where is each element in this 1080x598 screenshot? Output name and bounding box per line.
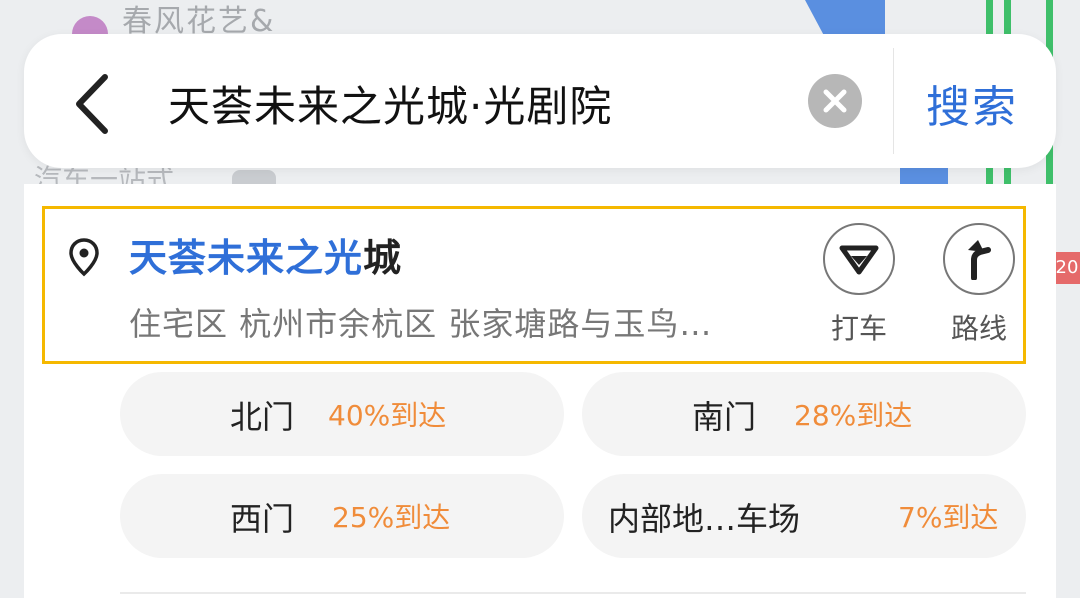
chevron-left-icon xyxy=(76,74,108,134)
search-button[interactable]: 搜索 xyxy=(912,68,1032,138)
entrance-chip-south[interactable]: 南门 28%到达 xyxy=(582,372,1026,456)
entrance-rate: 7%到达 xyxy=(898,501,999,534)
route-turn-icon xyxy=(968,240,991,280)
divider xyxy=(893,48,894,154)
entrance-rate: 28%到达 xyxy=(794,399,913,432)
taxi-icon xyxy=(839,245,879,275)
result-title-highlight: 天荟未来之光 xyxy=(129,236,364,280)
route-icon-circle xyxy=(943,223,1015,295)
search-result-item[interactable]: 天荟未来之光城 住宅区 杭州市余杭区 张家塘路与玉鸟… 打车 路线 xyxy=(42,206,1026,364)
back-button[interactable] xyxy=(56,64,126,144)
entrance-chip-west[interactable]: 西门 25%到达 xyxy=(120,474,564,558)
map-side-badge: 20 xyxy=(1052,252,1080,284)
entrance-name: 内部地…车场 xyxy=(608,500,801,538)
result-title-rest: 城 xyxy=(363,236,403,280)
result-address: 住宅区 杭州市余杭区 张家塘路与玉鸟… xyxy=(129,305,713,343)
entrance-chip-north[interactable]: 北门 40%到达 xyxy=(120,372,564,456)
divider xyxy=(120,592,1026,594)
route-label: 路线 xyxy=(950,312,1007,345)
taxi-icon-circle xyxy=(823,223,895,295)
entrance-chip-inner-parking[interactable]: 内部地…车场 7%到达 xyxy=(582,474,1026,558)
clear-search-button[interactable] xyxy=(808,74,862,128)
route-button[interactable]: 路线 xyxy=(937,223,1027,349)
entrance-name: 南门 xyxy=(692,398,757,436)
result-title: 天荟未来之光城 xyxy=(129,227,402,282)
taxi-label: 打车 xyxy=(830,312,887,345)
search-input[interactable] xyxy=(168,70,788,136)
close-icon xyxy=(823,89,847,113)
taxi-button[interactable]: 打车 xyxy=(817,223,907,349)
entrance-rate: 40%到达 xyxy=(328,399,447,432)
entrance-name: 北门 xyxy=(230,398,295,436)
entrance-rate: 25%到达 xyxy=(332,501,451,534)
entrance-name: 西门 xyxy=(230,500,295,538)
location-pin-icon xyxy=(69,238,99,277)
